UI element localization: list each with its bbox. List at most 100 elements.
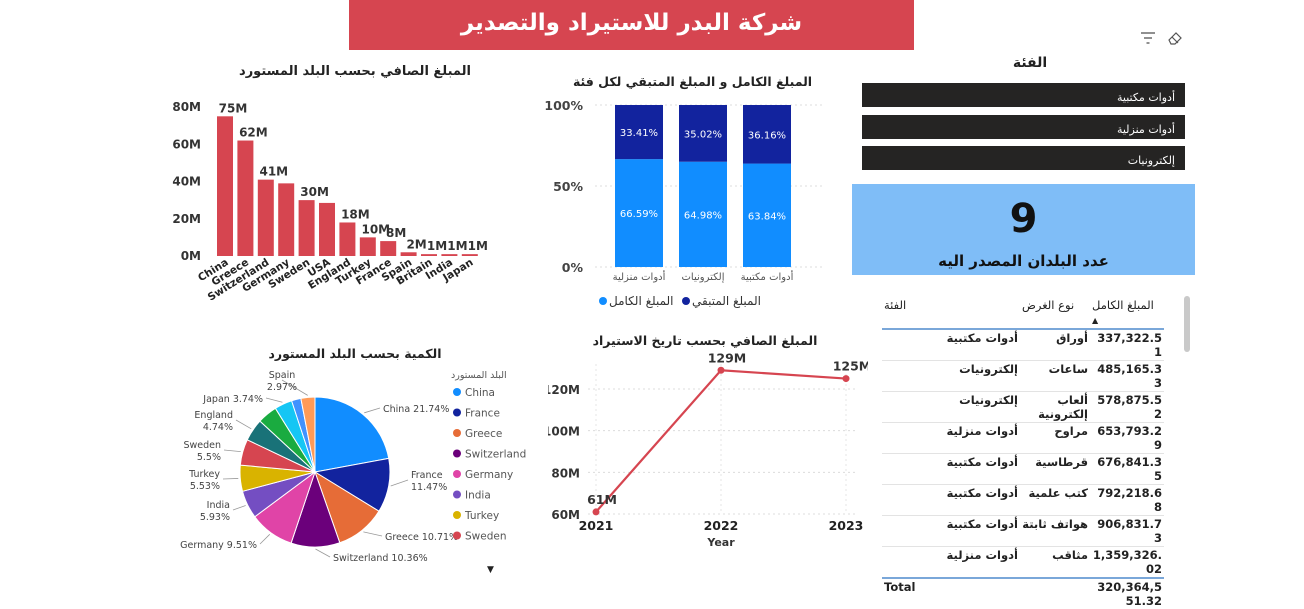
leader-line xyxy=(363,531,383,537)
cell-category: أدوات مكتبية xyxy=(882,453,1020,485)
table-row[interactable]: أدوات مكتبية كتب علمية 792,218.68 xyxy=(882,484,1164,516)
cell-category: إلكترونيات xyxy=(882,360,1020,392)
cell-amount: 1,359,326.02 xyxy=(1090,546,1164,578)
legend-marker xyxy=(453,449,461,458)
slice-label: China 21.74% xyxy=(383,404,449,415)
data-label: 66.59% xyxy=(620,209,658,220)
x-axis-label: Year xyxy=(706,536,735,549)
bar xyxy=(380,241,397,256)
table-row[interactable]: أدوات مكتبية أوراق 337,322.51 xyxy=(882,328,1164,361)
table-row[interactable]: أدوات منزلية مثاقب 1,359,326.02 xyxy=(882,546,1164,578)
slice-label: France xyxy=(411,470,443,481)
column-header-category[interactable]: الفئة xyxy=(882,296,1020,330)
stacked-chart-by-category: 0% 50% 100% 66.59% 33.41% أدوات منزلية 64.98% 3… xyxy=(545,98,825,308)
data-label: 8M xyxy=(386,226,406,240)
slice-label: Turkey xyxy=(188,469,220,480)
data-label: 63.84% xyxy=(748,211,786,222)
data-label: 125M xyxy=(833,359,868,374)
cell-amount: 676,841.35 xyxy=(1090,453,1164,485)
slicer-item-home[interactable]: أدوات منزلية xyxy=(862,115,1185,139)
bar xyxy=(461,254,478,256)
y-tick-label: 50% xyxy=(553,179,583,194)
leader-line xyxy=(364,407,381,414)
chevron-down-icon[interactable]: ▼ xyxy=(487,565,494,575)
table-row[interactable]: أدوات مكتبية قرطاسية 676,841.35 xyxy=(882,453,1164,485)
sort-desc-icon: ▲ xyxy=(1092,316,1099,325)
bar-chart-title: المبلغ الصافي بحسب البلد المستورد xyxy=(239,64,471,79)
slicer-item-label: أدوات مكتبية xyxy=(1117,91,1175,104)
cell-purpose: ساعات xyxy=(1020,360,1090,392)
slicer-item-office[interactable]: أدوات مكتبية xyxy=(862,83,1185,107)
slice-label: India xyxy=(207,500,230,511)
y-tick-label: 20M xyxy=(172,212,201,226)
eraser-icon[interactable] xyxy=(1166,29,1184,47)
slicer-item-electronics[interactable]: إلكترونيات xyxy=(862,146,1185,170)
data-label: 129M xyxy=(708,350,747,365)
line-chart-net-by-year: 60M 80M 100M 120M 61M 2021 129M 2022 125M 2023 Yea… xyxy=(548,350,868,549)
legend-marker xyxy=(599,297,607,305)
cell-amount: 578,875.52 xyxy=(1090,391,1164,423)
slice-label: 5.5% xyxy=(197,452,221,463)
x-tick-label: إلكترونيات xyxy=(682,272,725,283)
data-label: 1M xyxy=(447,239,467,253)
legend-label: المبلغ المتبقي xyxy=(692,294,761,308)
column-header-purpose[interactable]: نوع الغرض xyxy=(1020,296,1090,330)
leader-line xyxy=(222,478,239,480)
bar xyxy=(217,116,233,256)
bar-chart-net-by-country: 0M20M40M60M80M 75MChina62MGreece41MSwitze… xyxy=(172,100,488,300)
slicer-item-label: إلكترونيات xyxy=(1127,154,1175,167)
legend-title: البلد المستورد xyxy=(451,370,507,381)
y-tick-label: 0% xyxy=(562,260,584,275)
legend-marker xyxy=(453,388,461,396)
line-point xyxy=(592,508,600,516)
bar xyxy=(441,254,458,256)
slice-label: Sweden xyxy=(183,440,221,451)
cell-purpose: مراوح xyxy=(1020,422,1090,454)
legend-label: Turkey xyxy=(464,510,499,522)
slice-label: 2.97% xyxy=(267,382,297,393)
y-tick-label: 60M xyxy=(172,137,201,151)
legend-label: Germany xyxy=(465,469,513,481)
x-tick-label: 2022 xyxy=(704,518,739,533)
leader-line xyxy=(232,505,246,511)
y-tick-label: 0M xyxy=(181,249,201,263)
slice-label: Switzerland 10.36% xyxy=(333,553,428,564)
filter-icon[interactable] xyxy=(1139,29,1157,47)
table-row[interactable]: إلكترونيات ألعاب إلكترونية 578,875.52 xyxy=(882,391,1164,423)
cell-purpose: هواتف ثابتة xyxy=(1020,515,1090,547)
table-row[interactable]: أدوات منزلية مراوح 653,793.29 xyxy=(882,422,1164,454)
legend-label: Sweden xyxy=(465,531,507,543)
data-label: 33.41% xyxy=(620,128,658,139)
kpi-card-countries: 9 عدد البلدان المصدر اليه xyxy=(852,184,1195,275)
slice-label: 5.53% xyxy=(190,481,220,492)
cell-category: أدوات منزلية xyxy=(882,422,1020,454)
data-label: 61M xyxy=(587,492,617,507)
table-row[interactable]: إلكترونيات ساعات 485,165.33 xyxy=(882,360,1164,392)
legend-marker xyxy=(682,297,690,305)
legend-marker xyxy=(453,531,461,540)
stacked-chart-title: المبلغ الكامل و المبلغ المتبقي لكل فئة xyxy=(572,74,813,89)
table-scrollbar[interactable] xyxy=(1184,296,1190,352)
y-tick-label: 100M xyxy=(548,425,580,439)
data-label: 62M xyxy=(239,126,268,140)
slice-label: Germany 9.51% xyxy=(180,540,257,551)
cell-amount: 653,793.29 xyxy=(1090,422,1164,454)
cell-purpose: أوراق xyxy=(1020,328,1090,361)
total-label: Total xyxy=(882,577,1020,609)
x-tick-label: أدوات مكتبية xyxy=(741,270,794,283)
legend-marker xyxy=(453,511,461,519)
line-point xyxy=(717,366,725,374)
column-header-amount[interactable]: المبلغ الكامل ▲ xyxy=(1090,296,1164,330)
data-label: 64.98% xyxy=(684,210,722,221)
data-label: 75M xyxy=(219,101,248,115)
table-row[interactable]: أدوات مكتبية هواتف ثابتة 906,831.73 xyxy=(882,515,1164,547)
cell-category: أدوات مكتبية xyxy=(882,328,1020,361)
cell-amount: 792,218.68 xyxy=(1090,484,1164,516)
y-tick-label: 80M xyxy=(551,466,580,480)
y-tick-label: 120M xyxy=(548,383,580,397)
cell-purpose: كتب علمية xyxy=(1020,484,1090,516)
slicer-item-label: أدوات منزلية xyxy=(1116,123,1175,136)
legend-label: India xyxy=(465,490,491,502)
y-tick-label: 100% xyxy=(545,98,583,113)
bar xyxy=(339,222,356,256)
